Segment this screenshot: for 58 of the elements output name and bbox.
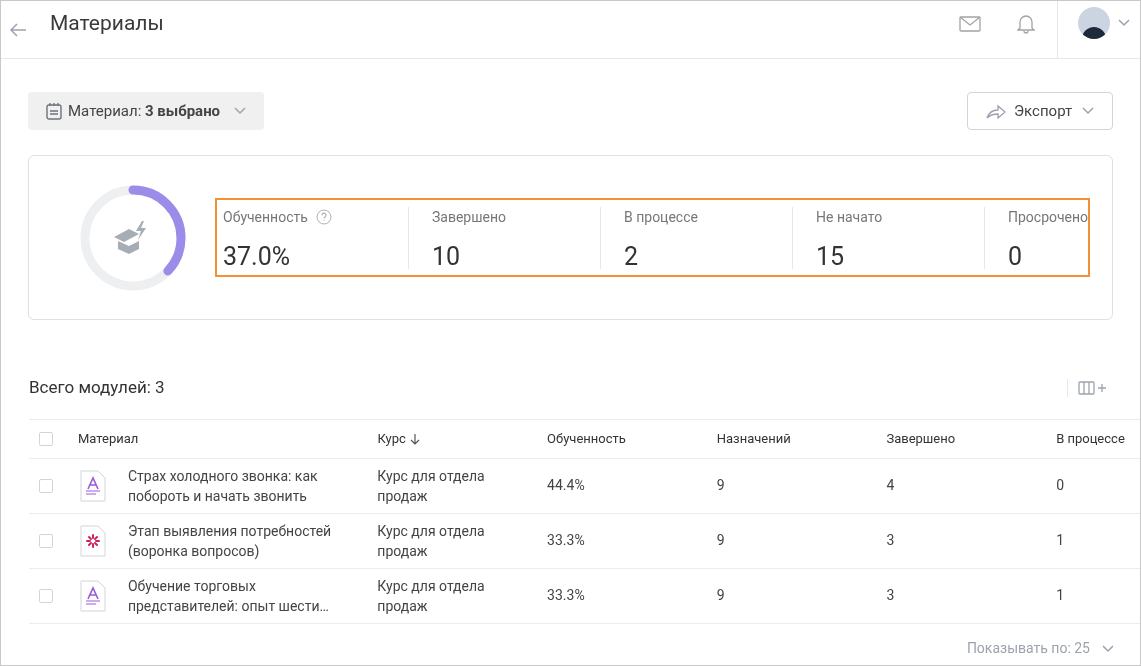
column-header[interactable]: Материал — [77, 428, 139, 449]
column-header[interactable]: Завершено — [886, 428, 956, 449]
table-cell-text: Курс для отдела продаж — [377, 521, 486, 561]
material-name[interactable]: Страх холодного звонка: как побороть и начать звонить — [127, 465, 358, 506]
export-button[interactable]: Экспорт — [967, 92, 1113, 130]
add-column-icon[interactable] — [1078, 380, 1108, 395]
column-header[interactable]: Обученность — [547, 428, 626, 449]
table-title: Всего модулей: 3 — [29, 376, 165, 399]
page-title: Материалы — [50, 9, 164, 37]
stat-label: В процессе — [624, 207, 698, 227]
avatar[interactable] — [1078, 6, 1110, 39]
chevron-down-icon — [1118, 18, 1130, 27]
chevron-down-icon — [234, 107, 247, 115]
checkbox[interactable] — [39, 533, 53, 548]
table-cell-text: 0 — [1056, 476, 1065, 495]
table-cell-text: 4 — [886, 476, 896, 495]
checkbox[interactable] — [39, 478, 53, 493]
sort-down-icon[interactable] — [409, 432, 420, 445]
share-arrow-icon — [986, 103, 1006, 119]
column-header[interactable]: Курс — [377, 428, 406, 449]
checkbox[interactable] — [39, 431, 53, 446]
material-name[interactable]: Этап выявления потребностей (воронка вопросов) — [127, 520, 358, 561]
stat-value: 2 — [624, 243, 640, 269]
mail-icon[interactable] — [959, 15, 981, 32]
back-arrow-icon[interactable] — [9, 22, 27, 37]
table-cell-text: 9 — [716, 476, 726, 495]
spark-document-icon — [79, 524, 106, 557]
stat-value: 10 — [432, 243, 462, 269]
table-cell-text: Курс для отдела продаж — [377, 466, 486, 506]
text-document-icon — [79, 579, 106, 612]
material-filter-button[interactable]: Материал: 3 выбрано — [28, 92, 265, 130]
stat-value: 37.0% — [223, 243, 292, 269]
stat-label: Завершено — [432, 207, 507, 227]
table-cell-text: 9 — [716, 531, 726, 550]
table-cell-text: 33.3% — [547, 586, 586, 605]
chevron-down-icon — [1102, 644, 1114, 653]
stat-value: 0 — [1008, 243, 1024, 269]
checkbox[interactable] — [39, 588, 53, 603]
text-document-icon — [79, 469, 106, 502]
table-cell-text: 3 — [886, 586, 896, 605]
column-header[interactable]: В процессе — [1056, 428, 1125, 449]
table-cell-text: 9 — [716, 586, 726, 605]
calendar-icon — [46, 102, 62, 120]
table-cell-text: 3 — [886, 531, 896, 550]
stat-label: Обученность — [223, 207, 308, 227]
bell-icon[interactable] — [1017, 13, 1035, 34]
column-header[interactable]: Назначений — [716, 428, 791, 449]
help-icon[interactable] — [315, 209, 332, 225]
chevron-down-icon — [1082, 107, 1094, 115]
table-cell-text: 44.4% — [547, 476, 586, 495]
table-cell-text: 1 — [1056, 531, 1065, 550]
table-cell-text: Курс для отдела продаж — [377, 576, 486, 616]
table-cell-text: 1 — [1056, 586, 1065, 605]
stat-label: Просрочено — [1008, 207, 1089, 227]
material-name[interactable]: Обучение торговых представителей: опыт шести… — [127, 575, 358, 616]
stat-value: 15 — [816, 243, 846, 269]
table-cell-text: 33.3% — [547, 531, 586, 550]
stat-label: Не начато — [816, 207, 883, 227]
